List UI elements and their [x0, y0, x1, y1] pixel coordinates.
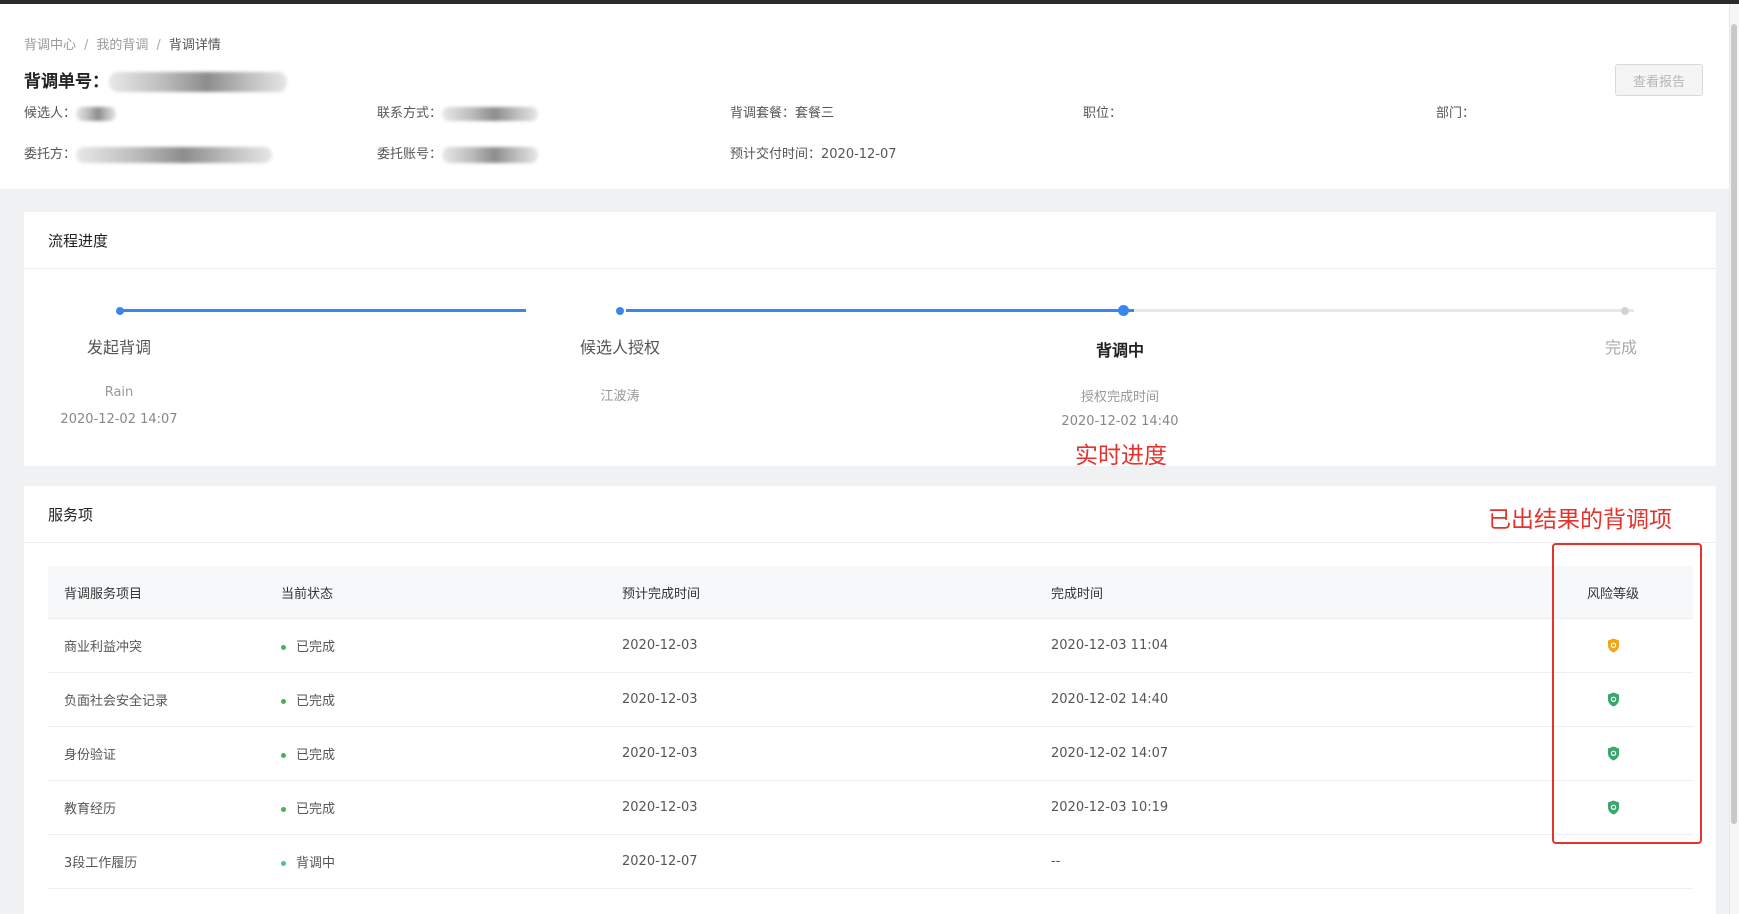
cell-expected: 2020-12-03 — [622, 638, 698, 653]
cell-item: 商业利益冲突 — [64, 640, 143, 655]
step-title: 候选人授权 — [579, 338, 661, 357]
delivery-label: 预计交付时间： — [730, 147, 822, 162]
view-report-button[interactable]: 查看报告 — [1615, 64, 1703, 96]
breadcrumb-item[interactable]: 我的背调 — [96, 38, 148, 53]
candidate-field: 候选人： — [24, 102, 117, 121]
account-label: 委托账号： — [377, 147, 443, 162]
redacted-contact — [442, 106, 539, 121]
order-number-title: 背调单号： — [24, 67, 287, 92]
col-header-item: 背调服务项目 — [64, 586, 143, 602]
status-dot-in-progress — [281, 861, 286, 866]
position-field: 职位： — [1083, 102, 1122, 121]
breadcrumb-item[interactable]: 背调中心 — [24, 38, 76, 53]
status-text: 已完成 — [296, 748, 336, 763]
client-field: 委托方： — [24, 143, 273, 163]
table-row[interactable]: 身份验证 已完成 2020-12-03 2020-12-02 14:07 — [48, 727, 1693, 781]
cell-status: 已完成 — [267, 690, 604, 709]
status-dot-done — [281, 807, 286, 812]
table-row[interactable]: 教育经历 已完成 2020-12-03 2020-12-03 10:19 — [48, 781, 1693, 835]
cell-item: 教育经历 — [64, 802, 117, 817]
scrollbar[interactable] — [1729, 4, 1739, 914]
candidate-label: 候选人： — [24, 106, 77, 121]
package-field: 背调套餐：套餐三 — [730, 102, 834, 121]
cell-expected: 2020-12-07 — [622, 854, 698, 869]
status-text: 已完成 — [296, 640, 336, 655]
step-dot-active — [1118, 305, 1129, 316]
redacted-account — [442, 146, 539, 163]
redacted-candidate — [76, 106, 117, 121]
cell-item: 身份验证 — [64, 748, 117, 763]
cell-completed: 2020-12-03 11:04 — [1051, 638, 1169, 653]
cell-item: 3段工作履历 — [64, 856, 138, 871]
table-row[interactable]: 负面社会安全记录 已完成 2020-12-03 2020-12-02 14:40 — [48, 673, 1693, 727]
step-title-pending: 完成 — [1604, 338, 1638, 357]
cell-expected: 2020-12-03 — [622, 692, 698, 707]
progress-card-title: 流程进度 — [24, 212, 1716, 269]
client-label: 委托方： — [24, 147, 77, 162]
services-card: 服务项 已出结果的背调项 背调服务项目 当前状态 预计完成时间 完成时间 风险等… — [24, 486, 1716, 914]
cell-status: 已完成 — [267, 636, 604, 655]
progress-line-done — [626, 309, 1134, 312]
realtime-progress-annotation: 实时进度 — [1075, 443, 1167, 469]
results-annotation: 已出结果的背调项 — [1488, 507, 1672, 533]
redacted-client — [76, 146, 273, 163]
cell-status: 背调中 — [267, 852, 604, 871]
status-dot-done — [281, 645, 286, 650]
col-header-completed: 完成时间 — [1051, 586, 1104, 602]
step-operator: 江波涛 — [600, 389, 640, 404]
delivery-value: 2020-12-07 — [821, 147, 897, 162]
account-field: 委托账号： — [377, 143, 539, 163]
progress-line-pending — [1134, 309, 1634, 312]
department-field: 部门： — [1436, 102, 1475, 121]
step-time: 2020-12-02 14:07 — [60, 412, 178, 427]
step-time: 2020-12-02 14:40 — [1061, 414, 1179, 429]
delivery-field: 预计交付时间：2020-12-07 — [730, 143, 897, 162]
table-row[interactable]: 商业利益冲突 已完成 2020-12-03 2020-12-03 11:04 — [48, 619, 1693, 673]
breadcrumb-current: 背调详情 — [168, 38, 221, 53]
status-dot-done — [281, 753, 286, 758]
status-text: 背调中 — [296, 856, 336, 871]
cell-expected: 2020-12-03 — [622, 746, 698, 761]
contact-label: 联系方式： — [377, 106, 443, 121]
department-label: 部门： — [1436, 106, 1476, 121]
cell-status: 已完成 — [267, 798, 604, 817]
status-text: 已完成 — [296, 694, 336, 709]
step-operator: Rain — [104, 385, 134, 400]
cell-completed: -- — [1051, 854, 1061, 869]
cell-completed: 2020-12-02 14:07 — [1051, 746, 1169, 761]
package-value: 套餐三 — [795, 106, 835, 121]
progress-steps: 发起背调 Rain 2020-12-02 14:07 候选人授权 江波涛 背调中… — [24, 269, 1716, 469]
page-header: 背调中心 / 我的背调 / 背调详情 背调单号： 查看报告 候选人： 联系方式： 背调套… — [0, 4, 1729, 189]
cell-completed: 2020-12-02 14:40 — [1051, 692, 1169, 707]
breadcrumb: 背调中心 / 我的背调 / 背调详情 — [24, 38, 221, 53]
risk-column-highlight-box — [1552, 543, 1702, 844]
step-title-active: 背调中 — [1095, 341, 1145, 360]
col-header-expected: 预计完成时间 — [622, 586, 701, 602]
table-header: 背调服务项目 当前状态 预计完成时间 完成时间 风险等级 — [48, 566, 1693, 619]
step-title: 发起背调 — [86, 338, 152, 357]
status-text: 已完成 — [296, 802, 336, 817]
progress-line-done — [120, 309, 526, 312]
status-dot-done — [281, 699, 286, 704]
position-label: 职位： — [1083, 106, 1123, 121]
cell-expected: 2020-12-03 — [622, 800, 698, 815]
cell-status: 已完成 — [267, 744, 604, 763]
table-row[interactable]: 3段工作履历 背调中 2020-12-07 -- — [48, 835, 1693, 889]
scrollbar-thumb[interactable] — [1731, 24, 1737, 824]
step-dot — [616, 307, 624, 315]
step-dot-pending — [1621, 307, 1629, 315]
cell-completed: 2020-12-03 10:19 — [1051, 800, 1169, 815]
order-number-label: 背调单号： — [24, 72, 109, 92]
cell-item: 负面社会安全记录 — [64, 694, 169, 709]
col-header-status: 当前状态 — [281, 586, 334, 602]
step-sub-label: 授权完成时间 — [1080, 390, 1160, 405]
services-card-title: 服务项 — [24, 486, 1716, 543]
contact-field: 联系方式： — [377, 102, 539, 121]
step-dot — [116, 307, 124, 315]
services-table: 背调服务项目 当前状态 预计完成时间 完成时间 风险等级 商业利益冲突 已完成 … — [48, 566, 1693, 889]
progress-card: 流程进度 发起背调 Rain 2020-12-02 14:07 候选人授权 江波… — [24, 212, 1716, 469]
redacted-order-number — [109, 72, 287, 92]
package-label: 背调套餐： — [730, 106, 796, 121]
